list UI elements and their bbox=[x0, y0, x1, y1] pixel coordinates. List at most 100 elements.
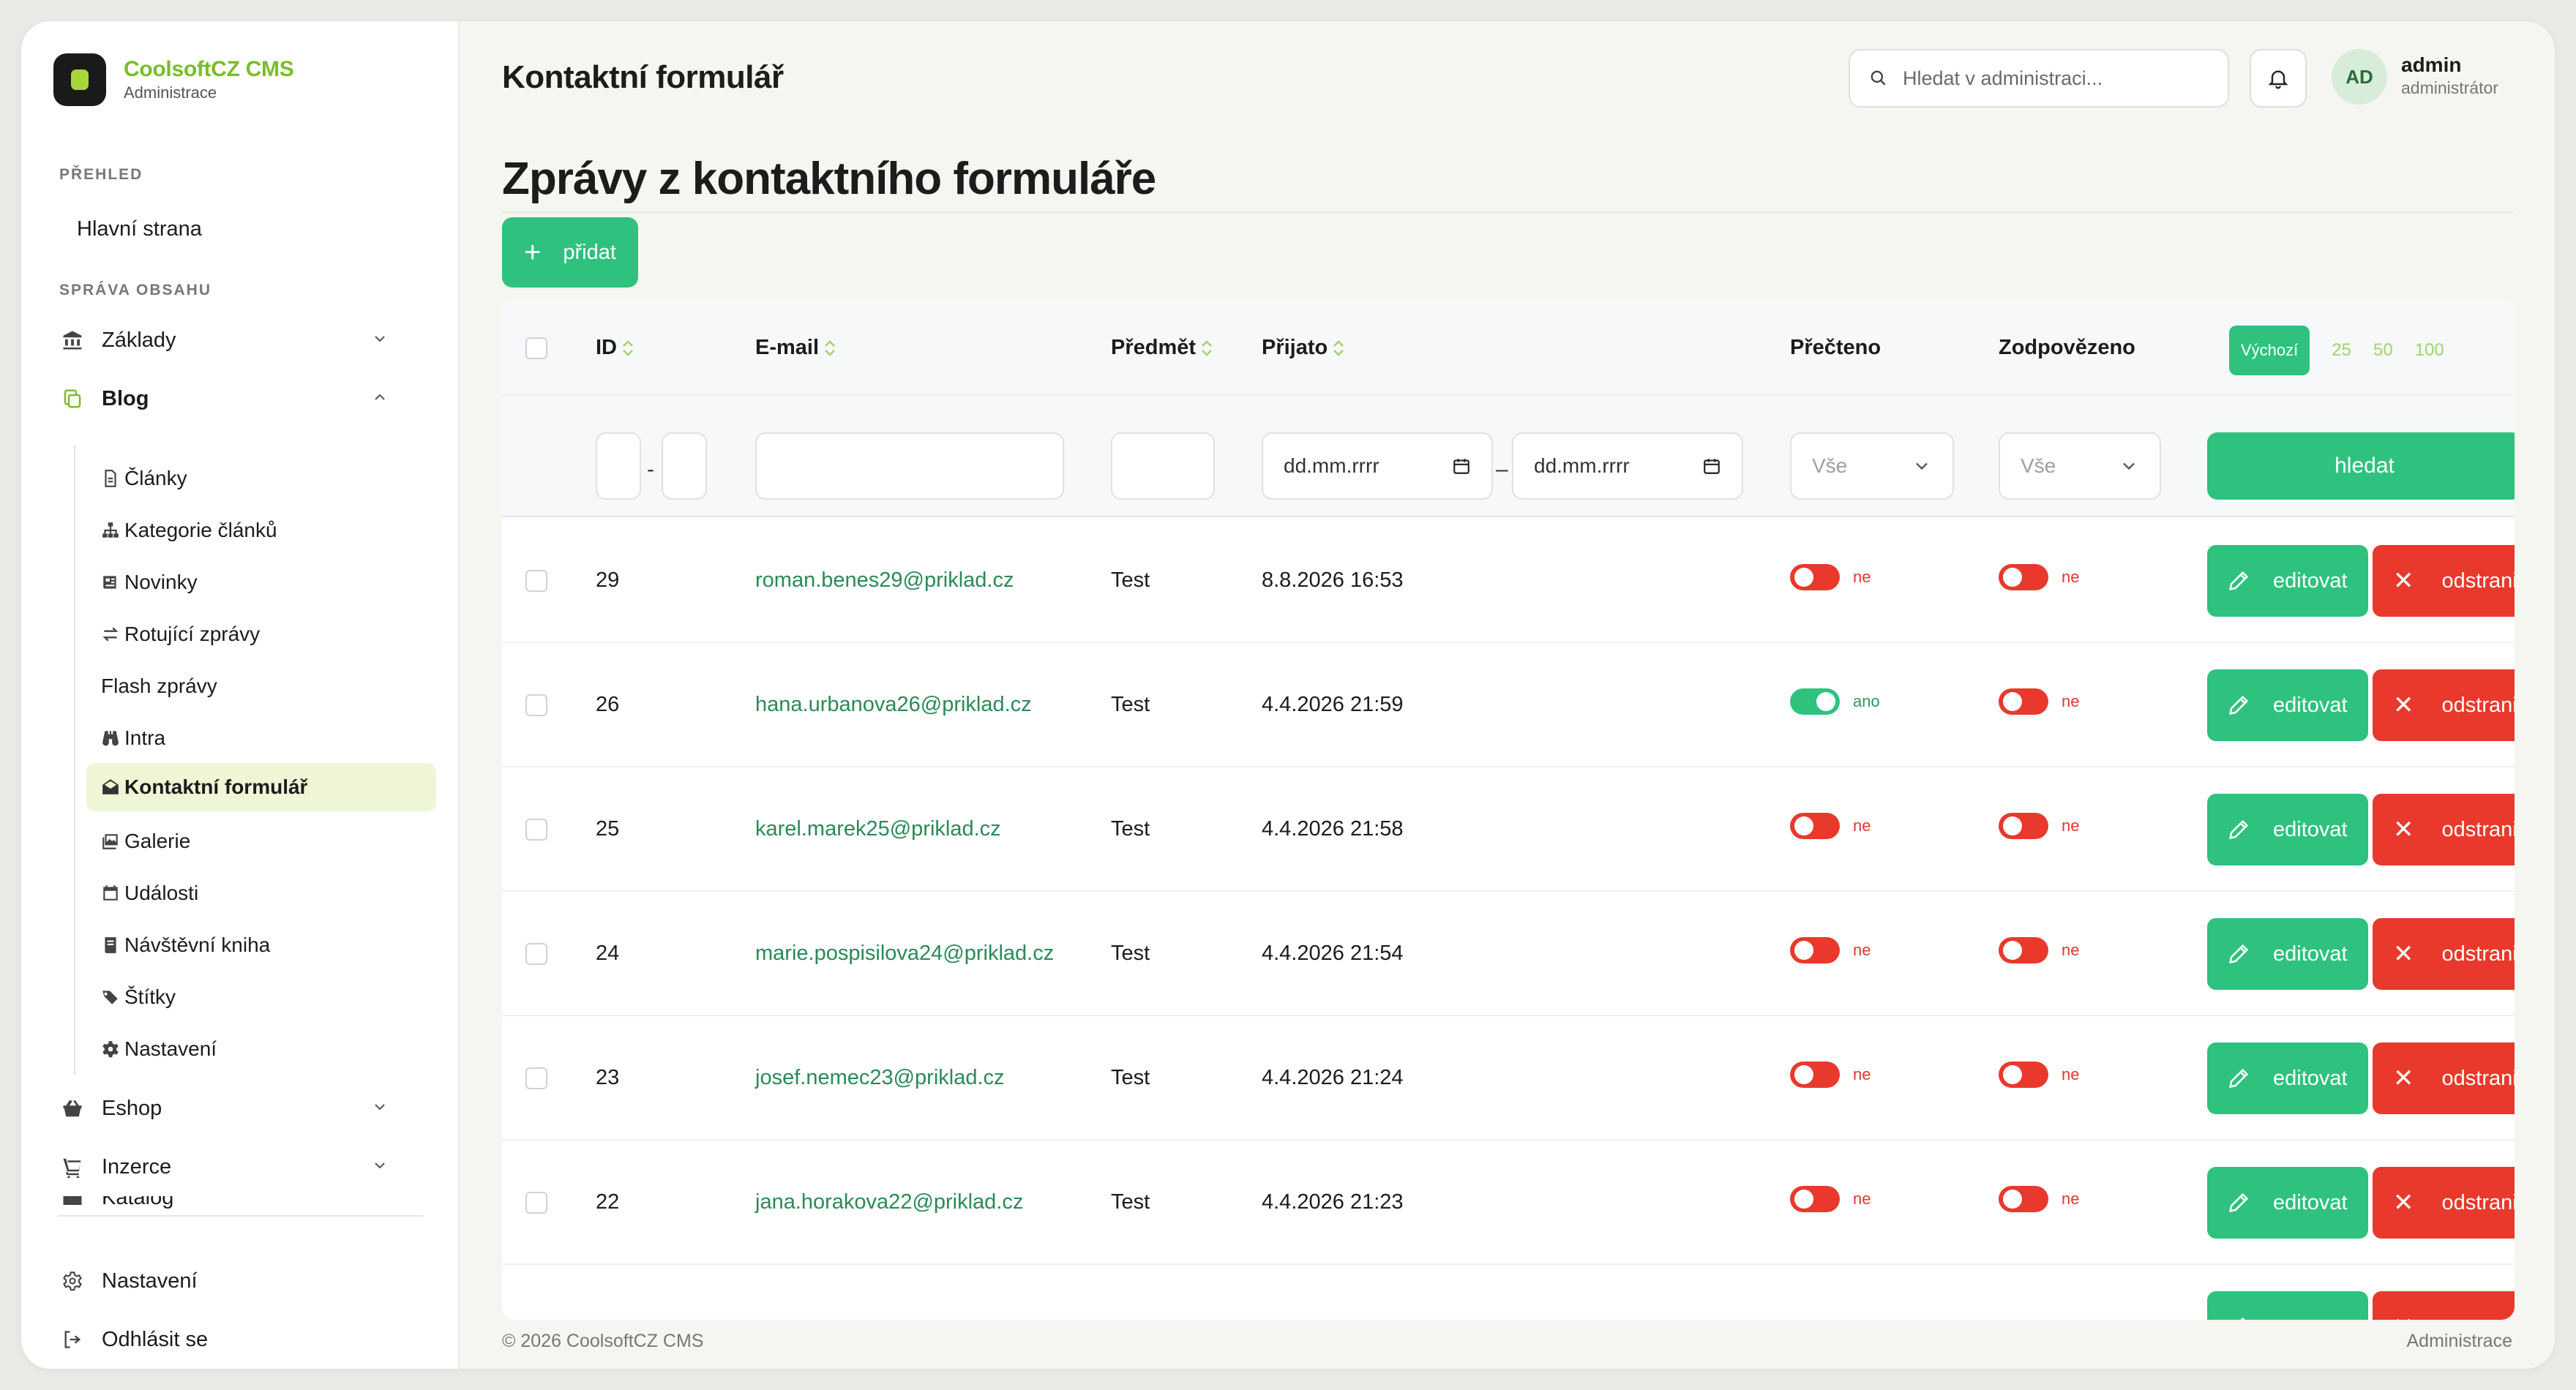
edit-button[interactable]: editovat bbox=[2207, 794, 2368, 865]
edit-button[interactable]: editovat bbox=[2207, 669, 2368, 741]
sidebar-group-katalog[interactable]: Katalog bbox=[59, 1196, 411, 1214]
cell-email[interactable]: roman.benes29@priklad.cz bbox=[755, 568, 1014, 593]
row-checkbox[interactable] bbox=[525, 1192, 547, 1214]
search-button[interactable]: hledat bbox=[2207, 432, 2515, 500]
sidebar-item-logout[interactable]: Odhlásit se bbox=[59, 1316, 411, 1363]
answered-filter-select[interactable]: Vše bbox=[1999, 432, 2161, 500]
edit-button[interactable] bbox=[2207, 1291, 2368, 1320]
row-checkbox[interactable] bbox=[525, 570, 547, 592]
read-toggle[interactable]: ne bbox=[1790, 937, 1871, 963]
sidebar-group-zaklady[interactable]: Základy bbox=[59, 317, 411, 364]
nav-heading-content: SPRÁVA OBSAHU bbox=[59, 282, 212, 298]
sidebar-item-navstevni-kniha[interactable]: Návštěvní kniha bbox=[86, 921, 438, 969]
add-button[interactable]: + přidat bbox=[502, 217, 638, 288]
sidebar-item-kategorie[interactable]: Kategorie článků bbox=[86, 506, 438, 555]
section-title: Zprávy z kontaktního formuláře bbox=[502, 154, 1156, 204]
sidebar-item-intra[interactable]: Intra bbox=[86, 714, 438, 762]
table-row: 24 marie.pospisilova24@priklad.cz Test 4… bbox=[502, 892, 2515, 1016]
sidebar-item-udalosti[interactable]: Události bbox=[86, 869, 438, 917]
sidebar-item-label: Galerie bbox=[124, 830, 191, 852]
column-subject[interactable]: Předmět bbox=[1111, 336, 1213, 360]
sidebar-item-blog-nastaveni[interactable]: Nastavení bbox=[86, 1025, 438, 1073]
read-toggle[interactable]: ano bbox=[1790, 688, 1880, 715]
cell-email[interactable]: josef.nemec23@priklad.cz bbox=[755, 1066, 1005, 1090]
binoculars-icon bbox=[102, 731, 119, 746]
read-toggle[interactable]: ne bbox=[1790, 1186, 1871, 1212]
delete-button[interactable]: ✕ odstranit bbox=[2373, 918, 2515, 990]
sidebar-item-clanky[interactable]: Články bbox=[86, 454, 438, 503]
cell-email[interactable]: karel.marek25@priklad.cz bbox=[755, 817, 1001, 841]
delete-button[interactable]: ✕ odstranit bbox=[2373, 545, 2515, 617]
messages-table: ID E-mail Předmět Přijato Přečteno Zodpo… bbox=[502, 299, 2515, 1320]
cell-email[interactable]: jana.horakova22@priklad.cz bbox=[755, 1190, 1023, 1214]
row-checkbox[interactable] bbox=[525, 943, 547, 965]
toggle-label: ne bbox=[1853, 941, 1871, 959]
toggle-switch bbox=[1999, 1062, 2048, 1088]
row-checkbox[interactable] bbox=[525, 819, 547, 841]
toggle-switch bbox=[1999, 813, 2048, 839]
avatar[interactable]: AD bbox=[2332, 49, 2387, 105]
search-box[interactable] bbox=[1849, 49, 2229, 108]
range-dash: – bbox=[1496, 457, 1508, 481]
sitemap-icon bbox=[102, 522, 119, 538]
cell-email[interactable]: marie.pospisilova24@priklad.cz bbox=[755, 942, 1054, 966]
read-toggle[interactable]: ne bbox=[1790, 813, 1871, 839]
answered-toggle[interactable]: ne bbox=[1999, 937, 2079, 963]
sidebar-item-kontaktni-formular[interactable]: Kontaktní formulář bbox=[86, 763, 436, 811]
page-size-100[interactable]: 100 bbox=[2415, 340, 2444, 361]
sidebar-item-settings[interactable]: Nastavení bbox=[59, 1258, 411, 1304]
sidebar-item-galerie[interactable]: Galerie bbox=[86, 817, 438, 865]
edit-button[interactable]: editovat bbox=[2207, 1167, 2368, 1239]
sidebar-group-blog[interactable]: Blog bbox=[59, 375, 411, 422]
id-from-filter[interactable] bbox=[596, 432, 641, 500]
answered-toggle[interactable]: ne bbox=[1999, 813, 2079, 839]
answered-toggle[interactable]: ne bbox=[1999, 1062, 2079, 1088]
cell-subject: Test bbox=[1111, 1190, 1150, 1214]
row-checkbox[interactable] bbox=[525, 694, 547, 716]
read-filter-select[interactable]: Vše bbox=[1790, 432, 1954, 500]
sidebar-group-inzerce[interactable]: Inzerce bbox=[59, 1143, 411, 1190]
answered-toggle[interactable]: ne bbox=[1999, 1186, 2079, 1212]
sidebar-item-flash[interactable]: Flash zprávy bbox=[86, 662, 438, 710]
answered-toggle[interactable]: ne bbox=[1999, 564, 2079, 590]
row-checkbox[interactable] bbox=[525, 1067, 547, 1089]
delete-button[interactable]: ✕ odstranit bbox=[2373, 794, 2515, 865]
cell-email[interactable]: hana.urbanova26@priklad.cz bbox=[755, 693, 1032, 717]
date-to-filter[interactable]: dd.mm.rrrr bbox=[1512, 432, 1743, 500]
delete-button[interactable]: ✕ odstranit bbox=[2373, 669, 2515, 741]
delete-button[interactable]: ✕ odstranit bbox=[2373, 1167, 2515, 1239]
nav-heading-overview: PŘEHLED bbox=[59, 166, 143, 183]
page-size-50[interactable]: 50 bbox=[2373, 340, 2393, 361]
cell-subject: Test bbox=[1111, 568, 1150, 592]
page-size-25[interactable]: 25 bbox=[2332, 340, 2351, 361]
sidebar-group-eshop[interactable]: Eshop bbox=[59, 1085, 411, 1132]
page-size-default[interactable]: Výchozí bbox=[2229, 326, 2310, 375]
sidebar-item-rotujici[interactable]: Rotující zprávy bbox=[86, 610, 438, 658]
sidebar-item-stitky[interactable]: Štítky bbox=[86, 973, 438, 1021]
edit-button[interactable]: editovat bbox=[2207, 1042, 2368, 1114]
search-input[interactable] bbox=[1903, 67, 2210, 90]
notifications-button[interactable] bbox=[2250, 49, 2307, 108]
subject-filter[interactable] bbox=[1111, 432, 1215, 500]
cell-received: 4.4.2026 21:23 bbox=[1262, 1190, 1404, 1214]
read-toggle[interactable]: ne bbox=[1790, 1062, 1871, 1088]
delete-button[interactable]: ✕ odstranit bbox=[2373, 1042, 2515, 1114]
sort-icon bbox=[825, 339, 835, 356]
delete-button[interactable]: ✕ bbox=[2373, 1291, 2515, 1320]
id-to-filter[interactable] bbox=[662, 432, 707, 500]
column-received[interactable]: Přijato bbox=[1262, 336, 1345, 360]
sidebar-item-novinky[interactable]: Novinky bbox=[86, 558, 438, 606]
column-email[interactable]: E-mail bbox=[755, 336, 836, 360]
date-from-filter[interactable]: dd.mm.rrrr bbox=[1262, 432, 1493, 500]
read-toggle[interactable]: ne bbox=[1790, 564, 1871, 590]
sidebar-item-home[interactable]: Hlavní strana bbox=[77, 206, 428, 252]
user-info[interactable]: admin administrátor bbox=[2401, 53, 2498, 98]
brand[interactable]: CoolsoftCZ CMS Administrace bbox=[53, 53, 294, 106]
edit-button[interactable]: editovat bbox=[2207, 545, 2368, 617]
answered-toggle[interactable]: ne bbox=[1999, 688, 2079, 715]
toggle-label: ne bbox=[2062, 568, 2080, 586]
email-filter[interactable] bbox=[755, 432, 1064, 500]
edit-button[interactable]: editovat bbox=[2207, 918, 2368, 990]
column-id[interactable]: ID bbox=[596, 336, 634, 360]
select-all-checkbox[interactable] bbox=[525, 337, 547, 359]
